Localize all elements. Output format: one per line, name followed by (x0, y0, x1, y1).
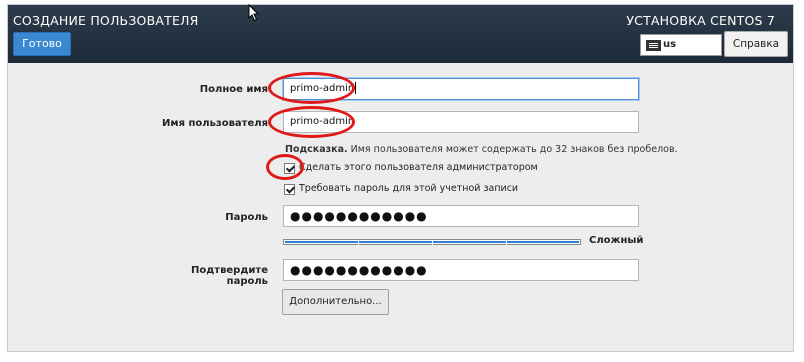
confirm-password-value: ●●●●●●●●●●●● (290, 263, 428, 277)
full-name-label: Полное имя (199, 84, 268, 95)
install-title: УСТАНОВКА CENTOS 7 (626, 13, 775, 28)
keyboard-layout-label: us (663, 39, 677, 50)
admin-checkbox[interactable] (284, 163, 295, 174)
admin-checkbox-label[interactable]: Сделать этого пользователя администратор… (299, 162, 538, 173)
password-label: Пароль (225, 212, 268, 223)
header-bar: СОЗДАНИЕ ПОЛЬЗОВАТЕЛЯ Готово УСТАНОВКА C… (8, 5, 793, 63)
password-strength-fill (285, 241, 579, 245)
username-value: primo-admin (290, 116, 355, 127)
strength-segment-divider (506, 241, 507, 245)
password-input[interactable]: ●●●●●●●●●●●● (283, 205, 639, 227)
help-button[interactable]: Справка (724, 31, 788, 57)
password-value: ●●●●●●●●●●●● (290, 209, 428, 223)
require-password-checkbox-label[interactable]: Требовать пароль для этой учетной записи (299, 183, 518, 194)
username-hint: Подсказка. Имя пользователя может содерж… (285, 144, 678, 155)
full-name-value: primo-admin (290, 83, 355, 94)
hint-text: Имя пользователя может содержать до 32 з… (347, 144, 678, 155)
full-name-input[interactable]: primo-admin (283, 78, 639, 100)
strength-segment-divider (432, 241, 433, 245)
confirm-password-label: Подтвердите пароль (190, 265, 268, 287)
keyboard-icon (646, 40, 661, 51)
page-title: СОЗДАНИЕ ПОЛЬЗОВАТЕЛЯ (13, 13, 199, 28)
password-strength-bar (283, 239, 581, 245)
username-label: Имя пользователя (162, 118, 268, 129)
keyboard-layout-indicator[interactable]: us (640, 34, 722, 56)
confirm-password-input[interactable]: ●●●●●●●●●●●● (283, 259, 639, 281)
strength-segment-divider (358, 241, 359, 245)
username-input[interactable]: primo-admin (283, 111, 639, 133)
advanced-button[interactable]: Дополнительно... (282, 289, 389, 315)
mouse-cursor-icon (248, 4, 260, 22)
hint-bold: Подсказка. (285, 144, 348, 155)
text-caret (355, 82, 357, 94)
require-password-checkbox[interactable] (284, 184, 295, 195)
create-user-window: СОЗДАНИЕ ПОЛЬЗОВАТЕЛЯ Готово УСТАНОВКА C… (7, 4, 794, 352)
password-strength-label: Сложный (589, 235, 644, 246)
done-button[interactable]: Готово (13, 32, 71, 56)
